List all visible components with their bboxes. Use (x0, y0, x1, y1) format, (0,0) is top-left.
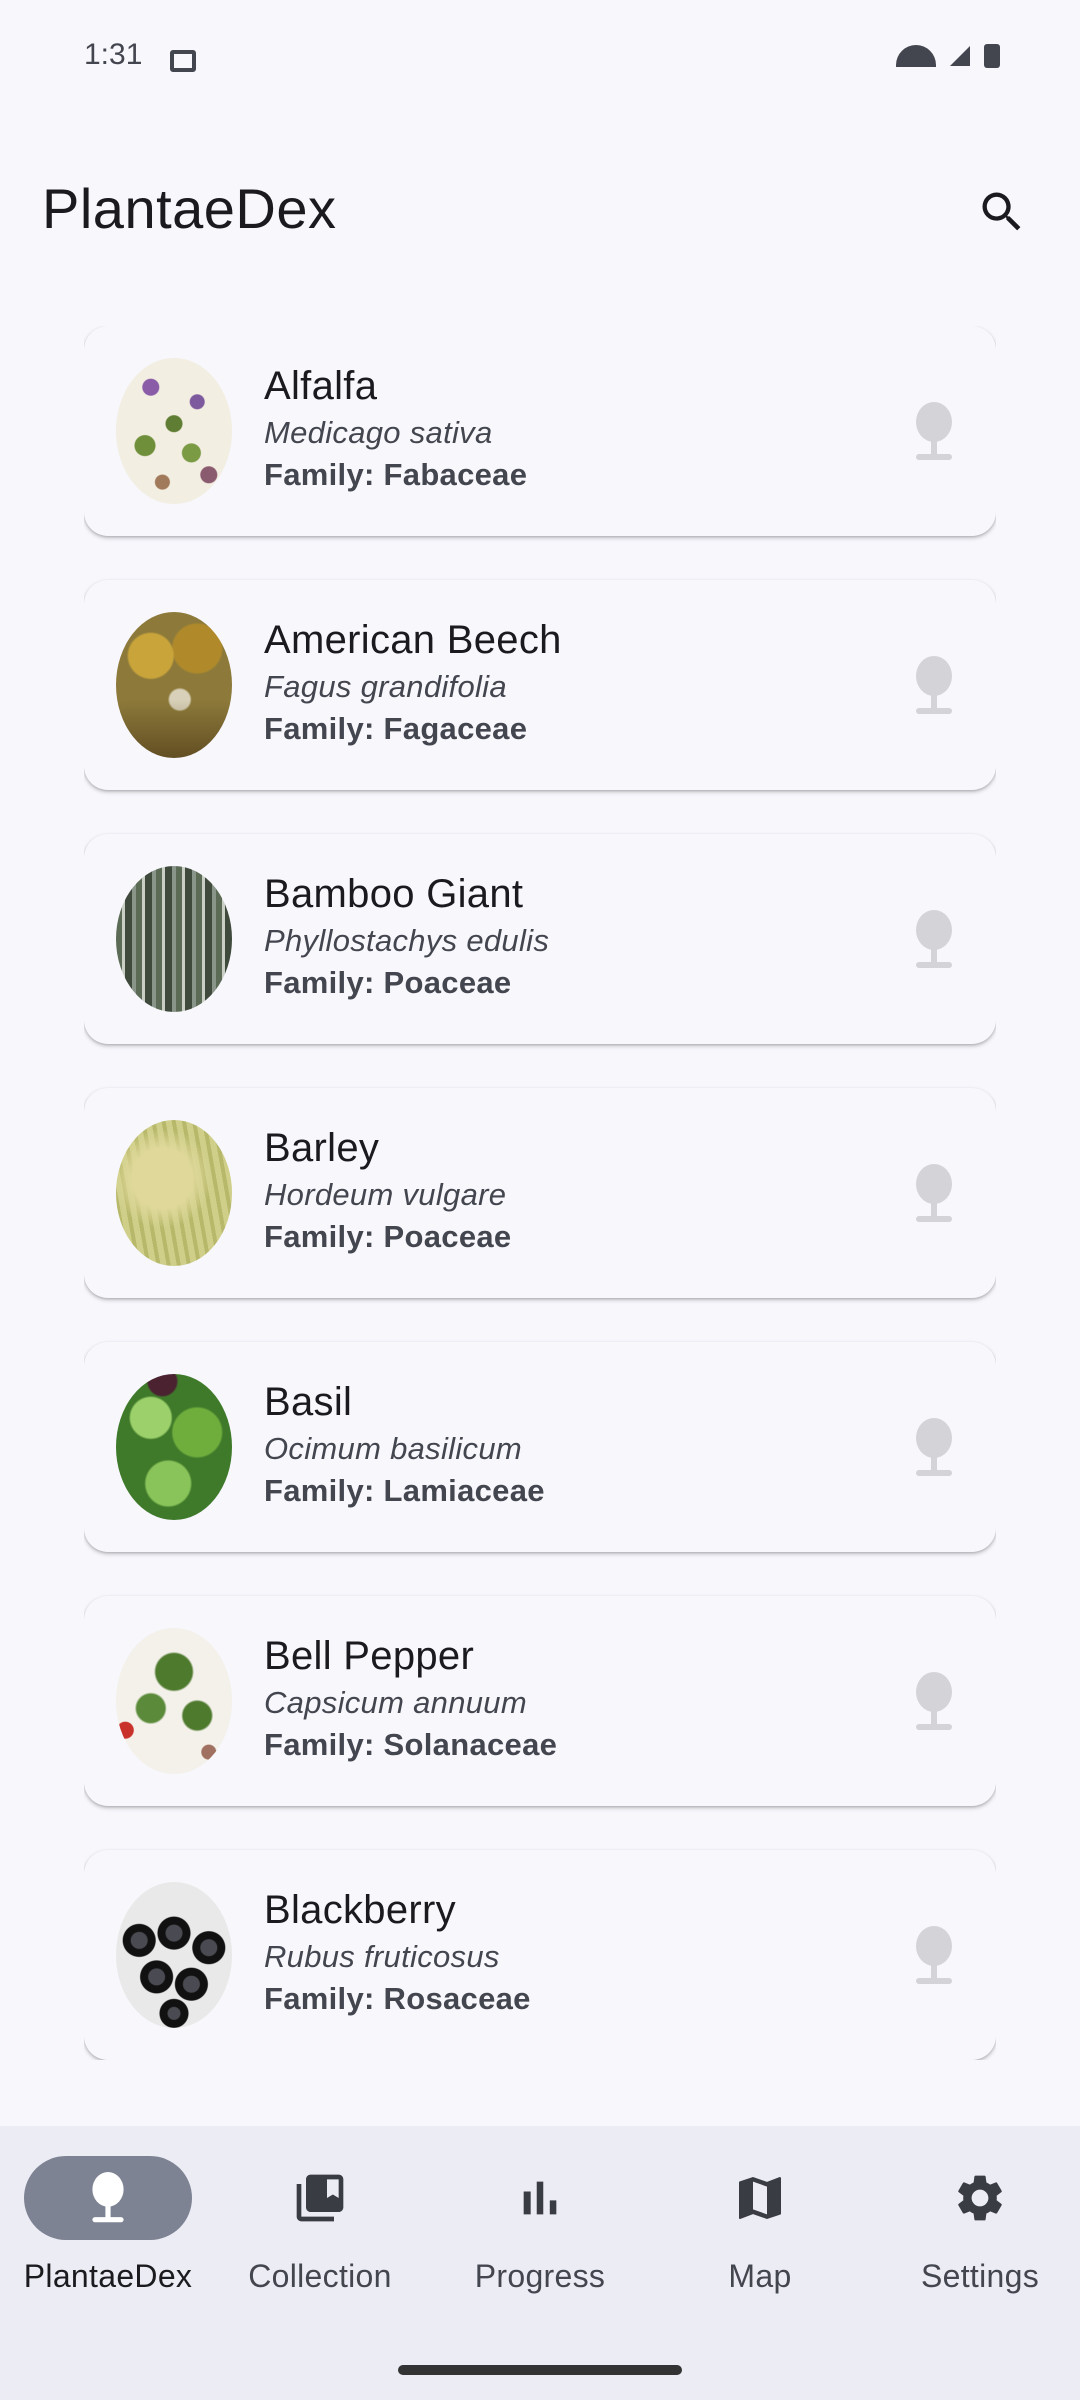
map-icon (739, 2177, 781, 2219)
plant-family: Family: Solanaceae (264, 1727, 558, 1762)
plant-thumbnail (116, 358, 232, 504)
plant-thumbnail (116, 1374, 232, 1520)
nav-icon-container (676, 2156, 844, 2240)
plant-status-icon (916, 1672, 952, 1730)
plant-status-icon (916, 656, 952, 714)
plant-family: Family: Lamiaceae (264, 1473, 545, 1508)
nav-icon-container (236, 2156, 404, 2240)
plant-scientific-name: Fagus grandifolia (264, 669, 507, 704)
nav-item-progress[interactable]: Progress (432, 2156, 648, 2316)
home-indicator[interactable] (398, 2365, 682, 2375)
plant-scientific-name: Ocimum basilicum (264, 1431, 523, 1466)
plant-card-american-beech[interactable]: American Beech Fagus grandifolia Family:… (84, 580, 996, 790)
plant-card-barley[interactable]: Barley Hordeum vulgare Family: Poaceae (84, 1088, 996, 1298)
plant-thumbnail (116, 1120, 232, 1266)
plant-scientific-name: Hordeum vulgare (264, 1177, 507, 1212)
plant-card-bell-pepper[interactable]: Bell Pepper Capsicum annuum Family: Sola… (84, 1596, 996, 1806)
plant-status-icon (916, 910, 952, 968)
status-icons (896, 44, 1000, 68)
plant-list[interactable]: Alfalfa Medicago sativa Family: Fabaceae… (84, 326, 996, 2060)
plant-card-alfalfa[interactable]: Alfalfa Medicago sativa Family: Fabaceae (84, 326, 996, 536)
plant-family: Family: Poaceae (264, 965, 512, 1000)
plant-scientific-name: Capsicum annuum (264, 1685, 527, 1720)
plant-name: Bell Pepper (264, 1634, 475, 1678)
plant-info: Bell Pepper Capsicum annuum Family: Sola… (264, 1632, 557, 1766)
plant-status-icon (916, 1418, 952, 1476)
plant-name: Bamboo Giant (264, 872, 524, 916)
search-icon (982, 192, 1021, 231)
status-time: 1:31 (84, 38, 143, 71)
nav-icon-container (896, 2156, 1064, 2240)
plant-name: Alfalfa (264, 364, 378, 408)
gear-icon (958, 2175, 1002, 2221)
search-button[interactable] (960, 170, 1044, 254)
bottom-navigation: PlantaeDex Collection Progress Map Setti… (0, 2126, 1080, 2400)
plant-info: Barley Hordeum vulgare Family: Poaceae (264, 1124, 511, 1258)
app-bar: PlantaeDex (0, 150, 1080, 270)
plant-scientific-name: Phyllostachys edulis (264, 923, 550, 958)
plant-family: Family: Poaceae (264, 1219, 512, 1254)
nav-label: Collection (248, 2258, 392, 2294)
plant-name: Barley (264, 1126, 380, 1170)
plant-name: Blackberry (264, 1888, 456, 1932)
status-bar: 1:31 (0, 0, 1080, 72)
nav-label: PlantaeDex (23, 2258, 193, 2294)
plant-card-bamboo-giant[interactable]: Bamboo Giant Phyllostachys edulis Family… (84, 834, 996, 1044)
nav-item-collection[interactable]: Collection (212, 2156, 428, 2316)
plant-card-blackberry[interactable]: Blackberry Rubus fruticosus Family: Rosa… (84, 1850, 996, 2060)
screenshot-notification-icon (170, 50, 196, 72)
plant-info: Blackberry Rubus fruticosus Family: Rosa… (264, 1886, 531, 2020)
bar-chart-icon (523, 2181, 557, 2215)
nav-item-plantaedex[interactable]: PlantaeDex (0, 2156, 216, 2316)
screen: 1:31 PlantaeDex Alfalfa Medicago sativa … (0, 0, 1080, 2400)
page-title: PlantaeDex (42, 177, 337, 240)
nav-label: Settings (920, 2258, 1040, 2294)
plant-scientific-name: Medicago sativa (264, 415, 493, 450)
nav-label: Map (728, 2258, 792, 2294)
battery-icon (984, 44, 1000, 68)
nav-item-settings[interactable]: Settings (872, 2156, 1080, 2316)
nav-active-indicator (24, 2156, 192, 2240)
nav-icon-container (456, 2156, 624, 2240)
plant-card-basil[interactable]: Basil Ocimum basilicum Family: Lamiaceae (84, 1342, 996, 1552)
plant-status-icon (916, 1926, 952, 1984)
plant-thumbnail (116, 612, 232, 758)
collection-icon (296, 2174, 344, 2222)
plant-status-icon (916, 1164, 952, 1222)
plant-family: Family: Fabaceae (264, 457, 528, 492)
wifi-icon (896, 45, 936, 67)
plant-info: Basil Ocimum basilicum Family: Lamiaceae (264, 1378, 545, 1512)
plant-name: American Beech (264, 618, 562, 662)
plant-thumbnail (116, 1882, 232, 2028)
nav-item-map[interactable]: Map (652, 2156, 868, 2316)
plant-icon (92, 2172, 124, 2223)
plant-name: Basil (264, 1380, 353, 1424)
plant-info: Alfalfa Medicago sativa Family: Fabaceae (264, 362, 527, 496)
plant-status-icon (916, 402, 952, 460)
plant-scientific-name: Rubus fruticosus (264, 1939, 500, 1974)
plant-info: American Beech Fagus grandifolia Family:… (264, 616, 562, 750)
nav-label: Progress (474, 2258, 606, 2294)
plant-family: Family: Fagaceae (264, 711, 528, 746)
plant-family: Family: Rosaceae (264, 1981, 531, 2016)
plant-info: Bamboo Giant Phyllostachys edulis Family… (264, 870, 549, 1004)
signal-icon (950, 46, 970, 66)
plant-thumbnail (116, 866, 232, 1012)
plant-thumbnail (116, 1628, 232, 1774)
